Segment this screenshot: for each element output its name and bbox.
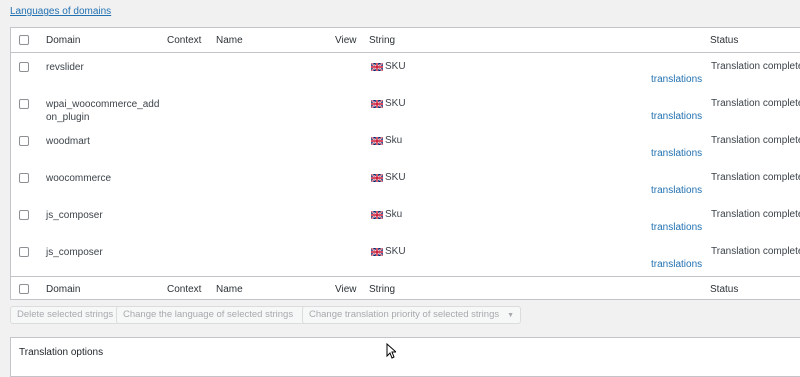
change-language-label: Change the language of selected strings [123, 309, 294, 320]
delete-selected-label: Delete selected strings [17, 309, 114, 320]
uk-flag-icon [371, 173, 383, 182]
col-context-footer[interactable]: Context [167, 284, 201, 295]
row-checkbox[interactable] [19, 136, 29, 146]
row-domain: js_composer [46, 210, 103, 221]
row-string: Sku [371, 209, 402, 220]
table-header: Domain Context Name View String Status [11, 28, 800, 53]
row-status: Translation complete [711, 98, 800, 109]
uk-flag-icon [371, 62, 383, 71]
uk-flag-icon [371, 99, 383, 108]
select-all-checkbox-footer[interactable] [19, 284, 29, 294]
table-row: revslider SKU translations Translation comp… [11, 54, 800, 91]
col-string-footer[interactable]: String [369, 284, 395, 295]
row-string: SKU [371, 246, 406, 257]
translations-link[interactable]: translations [651, 74, 702, 85]
row-domain: woodmart [46, 136, 90, 147]
delete-selected-button[interactable]: Delete selected strings [10, 306, 121, 324]
row-checkbox[interactable] [19, 247, 29, 257]
row-string-text: Sku [385, 209, 403, 220]
translation-options-title: Translation options [19, 347, 104, 358]
translations-link[interactable]: translations [651, 259, 702, 270]
col-status-footer[interactable]: Status [710, 284, 738, 295]
row-status: Translation complete [711, 172, 800, 183]
row-string-text: SKU [385, 61, 406, 72]
col-string[interactable]: String [369, 35, 395, 46]
table-footer: Domain Context Name View String Status [11, 276, 800, 299]
table-row: js_composer SKU translations Translation co… [11, 239, 800, 276]
col-context[interactable]: Context [167, 35, 201, 46]
change-priority-select[interactable]: Change translation priority of selected … [302, 306, 522, 324]
table-row: woodmart Sku translations Translation compl… [11, 128, 800, 165]
col-domain[interactable]: Domain [46, 35, 80, 46]
col-domain-footer[interactable]: Domain [46, 284, 80, 295]
row-string: SKU [371, 61, 406, 72]
change-language-select[interactable]: Change the language of selected strings▼ [116, 306, 316, 324]
row-string-text: SKU [385, 172, 406, 183]
table-row: wpai_woocommerce_addon_plugin SKU translat… [11, 91, 800, 128]
strings-table: Domain Context Name View String Status r… [10, 27, 800, 300]
row-string-text: SKU [385, 98, 406, 109]
row-string: SKU [371, 172, 406, 183]
translation-options-panel: Translation options [10, 337, 800, 377]
col-status[interactable]: Status [710, 35, 738, 46]
uk-flag-icon [371, 136, 383, 145]
table-row: js_composer Sku translations Translation co… [11, 202, 800, 239]
select-all-checkbox[interactable] [19, 35, 29, 45]
table-row: woocommerce SKU translations Translation co… [11, 165, 800, 202]
row-string: SKU [371, 98, 406, 109]
uk-flag-icon [371, 210, 383, 219]
translations-link[interactable]: translations [651, 111, 702, 122]
row-checkbox[interactable] [19, 62, 29, 72]
col-name[interactable]: Name [216, 35, 243, 46]
col-view[interactable]: View [335, 35, 357, 46]
row-string-text: Sku [385, 135, 403, 146]
row-checkbox[interactable] [19, 99, 29, 109]
change-priority-label: Change translation priority of selected … [309, 309, 500, 320]
row-status: Translation complete [711, 209, 800, 220]
translations-link[interactable]: translations [651, 222, 702, 233]
translations-link[interactable]: translations [651, 148, 702, 159]
row-status: Translation complete [711, 61, 800, 72]
row-domain: wpai_woocommerce_addon_plugin [46, 99, 160, 123]
chevron-down-icon: ▼ [507, 312, 515, 319]
col-name-footer[interactable]: Name [216, 284, 243, 295]
row-checkbox[interactable] [19, 210, 29, 220]
languages-of-domains-link[interactable]: Languages of domains [10, 6, 111, 17]
row-status: Translation complete [711, 135, 800, 146]
row-checkbox[interactable] [19, 173, 29, 183]
col-view-footer[interactable]: View [335, 284, 357, 295]
uk-flag-icon [371, 247, 383, 256]
row-domain: revslider [46, 62, 84, 73]
row-status: Translation complete [711, 246, 800, 257]
translations-link[interactable]: translations [651, 185, 702, 196]
row-domain: woocommerce [46, 173, 112, 184]
mouse-cursor-icon [386, 343, 396, 359]
row-string-text: SKU [385, 246, 406, 257]
row-domain: js_composer [46, 247, 103, 258]
row-string: Sku [371, 135, 402, 146]
